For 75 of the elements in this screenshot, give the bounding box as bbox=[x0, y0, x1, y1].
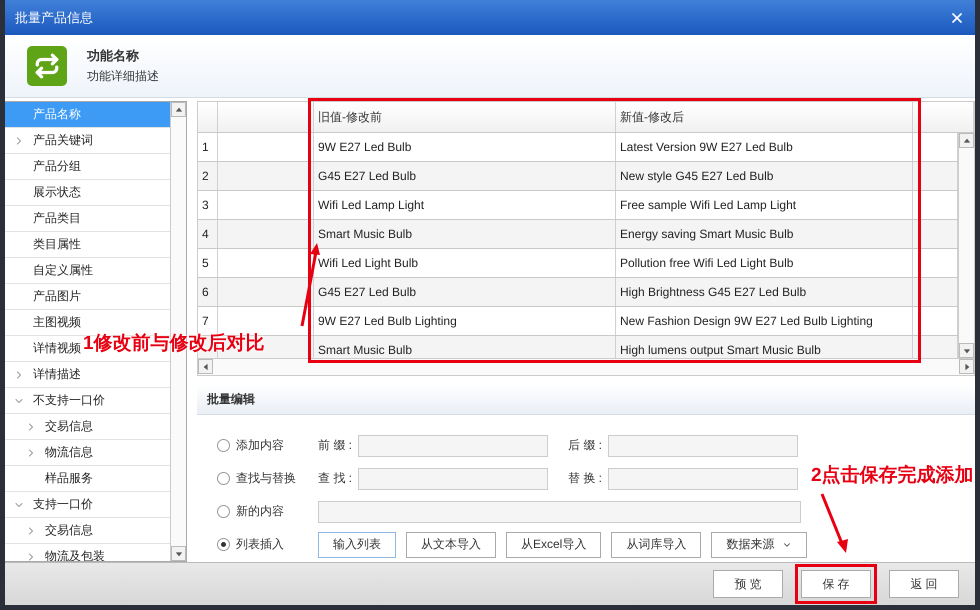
row-number: 5 bbox=[198, 249, 218, 277]
sidebar-item[interactable]: 产品图片 bbox=[33, 288, 81, 305]
sidebar-item[interactable]: 物流信息 bbox=[45, 444, 93, 461]
table-cell: Free sample Wifi Led Lamp Light bbox=[616, 191, 913, 219]
sidebar-item[interactable]: 支持一口价 bbox=[33, 496, 93, 513]
input-field[interactable] bbox=[358, 434, 548, 456]
input-field[interactable] bbox=[318, 500, 801, 522]
sidebar-item[interactable]: 产品分组 bbox=[33, 158, 81, 175]
footer-button[interactable]: 预 览 bbox=[713, 570, 783, 598]
input-field[interactable] bbox=[358, 468, 548, 490]
sidebar-item[interactable]: 产品关键词 bbox=[33, 132, 93, 149]
feature-description: 功能详细描述 bbox=[87, 68, 159, 85]
column-header[interactable]: 旧值-修改前 bbox=[314, 102, 616, 132]
triangle-down-icon bbox=[174, 550, 182, 558]
sidebar-item[interactable]: 自定义属性 bbox=[33, 262, 93, 279]
table-cell: 9W E27 Led Bulb Lighting bbox=[314, 307, 616, 335]
column-header[interactable]: 新值-修改后 bbox=[616, 102, 913, 132]
row-number: 1 bbox=[198, 133, 218, 161]
row-number: 4 bbox=[198, 220, 218, 248]
sidebar-item[interactable]: 主图视频 bbox=[33, 314, 81, 331]
import-button[interactable]: 从Excel导入 bbox=[506, 532, 602, 558]
radio-button[interactable] bbox=[217, 472, 230, 485]
triangle-left-icon bbox=[202, 362, 210, 370]
table-cell: Pollution free Wifi Led Light Bulb bbox=[616, 249, 913, 277]
field-label: 前 缀 : bbox=[318, 437, 354, 454]
sidebar-item[interactable]: 交易信息 bbox=[45, 418, 93, 435]
triangle-right-icon bbox=[962, 362, 970, 370]
sidebar-item[interactable]: 详情描述 bbox=[33, 366, 81, 383]
radio-button[interactable] bbox=[217, 538, 230, 551]
sidebar-item[interactable]: 产品类目 bbox=[33, 210, 81, 227]
input-field[interactable] bbox=[608, 434, 798, 456]
input-field[interactable] bbox=[608, 468, 798, 490]
table-cell: Latest Version 9W E27 Led Bulb bbox=[616, 133, 913, 161]
option-label: 添加内容 bbox=[236, 437, 285, 454]
radio-button[interactable] bbox=[217, 505, 230, 518]
dropdown-button[interactable]: 数据来源 bbox=[711, 532, 808, 558]
table-cell: 9W E27 Led Bulb bbox=[314, 133, 616, 161]
table-cell: New Fashion Design 9W E27 Led Bulb Lighting bbox=[616, 307, 913, 335]
sidebar-item[interactable]: 不支持一口价 bbox=[33, 392, 105, 409]
feature-title: 功能名称 bbox=[87, 47, 140, 65]
footer-button[interactable]: 保 存 bbox=[801, 570, 871, 598]
triangle-down-icon bbox=[962, 346, 970, 354]
footer-button[interactable]: 返 回 bbox=[889, 570, 959, 598]
row-number: 6 bbox=[198, 278, 218, 306]
table-cell: High Brightness G45 E27 Led Bulb bbox=[616, 278, 913, 306]
sidebar-item[interactable]: 交易信息 bbox=[45, 522, 93, 539]
table-cell: G45 E27 Led Bulb bbox=[314, 162, 616, 190]
triangle-up-icon bbox=[174, 106, 182, 114]
import-button[interactable]: 从词库导入 bbox=[611, 532, 702, 558]
field-label: 替 换 : bbox=[568, 470, 604, 487]
sidebar-item[interactable]: 详情视频 bbox=[33, 340, 81, 357]
option-label: 查找与替换 bbox=[236, 470, 297, 487]
field-label: 后 缀 : bbox=[568, 437, 604, 454]
sidebar-item[interactable]: 类目属性 bbox=[33, 236, 81, 253]
import-button[interactable]: 输入列表 bbox=[318, 532, 396, 558]
table-cell: Wifi Led Lamp Light bbox=[314, 191, 616, 219]
sidebar-item[interactable]: 样品服务 bbox=[45, 470, 93, 487]
row-number: 2 bbox=[198, 162, 218, 190]
sidebar-item[interactable]: 展示状态 bbox=[33, 184, 81, 201]
repeat-icon bbox=[27, 46, 67, 86]
window-title: 批量产品信息 bbox=[15, 8, 93, 26]
annotation-text: 2点击保存完成添加 bbox=[811, 464, 974, 488]
triangle-up-icon bbox=[962, 136, 970, 144]
table-cell: G45 E27 Led Bulb bbox=[314, 278, 616, 306]
radio-button[interactable] bbox=[217, 439, 230, 452]
import-button[interactable]: 从文本导入 bbox=[406, 532, 496, 558]
row-number: 7 bbox=[198, 307, 218, 335]
table-cell: New style G45 E27 Led Bulb bbox=[616, 162, 913, 190]
option-label: 列表插入 bbox=[236, 536, 285, 553]
scrollbar[interactable] bbox=[958, 133, 974, 358]
option-label: 新的内容 bbox=[236, 503, 285, 520]
field-label: 查 找 : bbox=[318, 470, 354, 487]
annotation-arrow bbox=[819, 492, 849, 554]
table-cell: Energy saving Smart Music Bulb bbox=[616, 220, 913, 248]
row-number: 3 bbox=[198, 191, 218, 219]
